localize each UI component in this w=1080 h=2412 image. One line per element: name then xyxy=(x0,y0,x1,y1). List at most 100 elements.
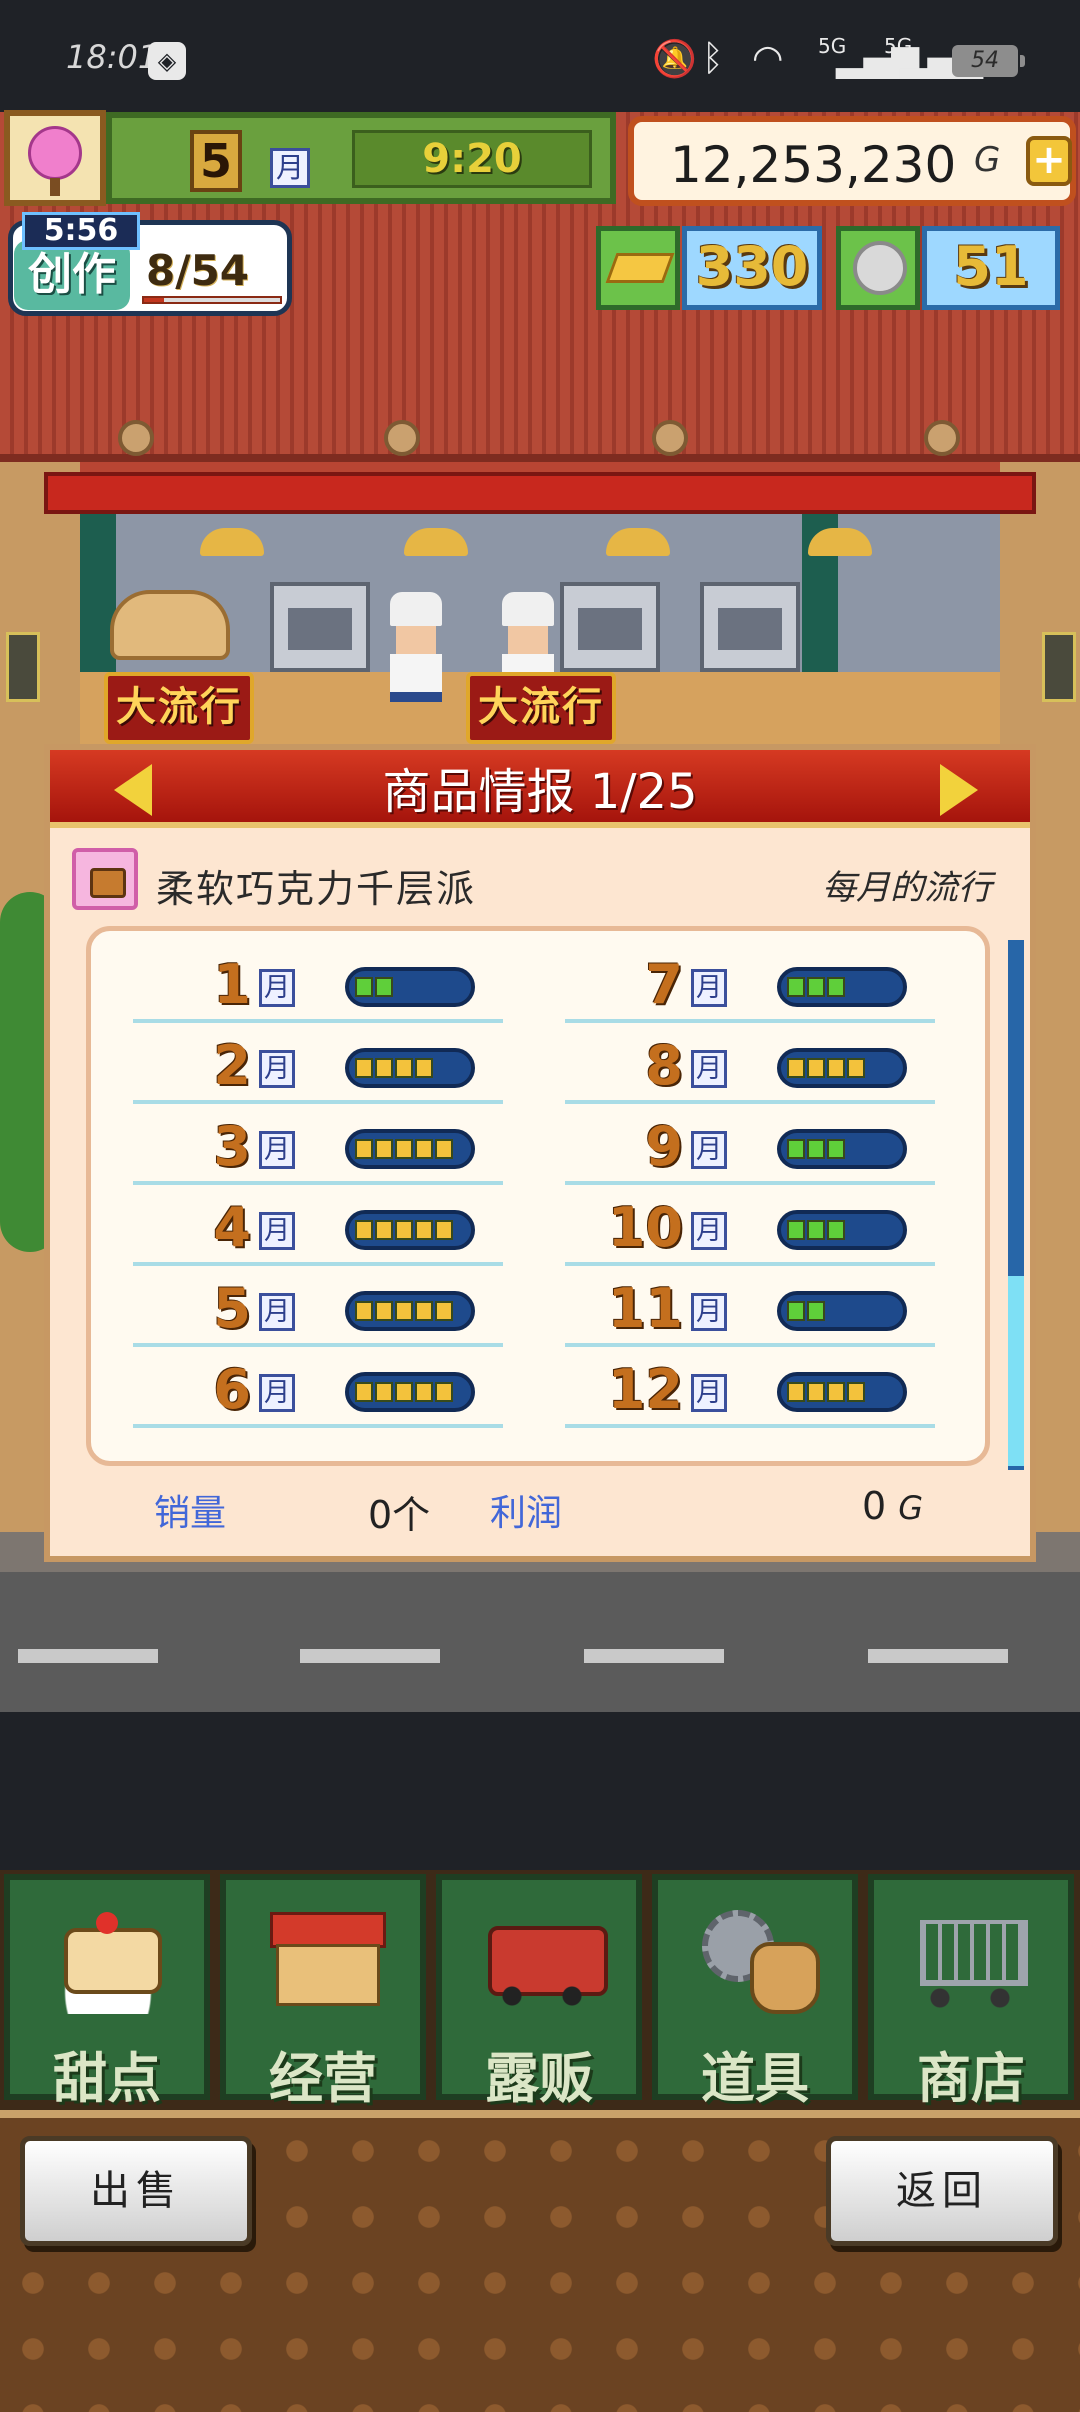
trend-level-segment xyxy=(807,1139,825,1159)
arrow-right-icon[interactable] xyxy=(940,764,978,816)
wifi-icon: ◠ xyxy=(752,38,784,79)
lane-marking xyxy=(300,1649,440,1663)
trend-level-segment xyxy=(355,1301,373,1321)
month-unit: 月 xyxy=(259,1374,295,1412)
roof-bolt xyxy=(384,420,420,456)
month-row: 12 月 xyxy=(565,1348,935,1428)
trend-level-segment xyxy=(395,1301,413,1321)
chef-character[interactable] xyxy=(390,592,442,702)
trend-level-segment xyxy=(375,1139,393,1159)
current-month: 5 xyxy=(190,130,242,192)
month-unit: 月 xyxy=(259,1212,295,1250)
trend-meter xyxy=(345,1048,475,1088)
pie-icon xyxy=(72,848,138,910)
battery-icon: 54 xyxy=(952,45,1025,77)
roof-bolt xyxy=(118,420,154,456)
trend-meter xyxy=(777,1291,907,1331)
trend-level-segment xyxy=(807,1301,825,1321)
roof-bolt xyxy=(924,420,960,456)
cart-icon xyxy=(910,1902,1034,2014)
monthly-trend-list[interactable]: 1 月 2 月 3 月 4 月 5 月 6 月 7 月 8 月 9 月 10 月 11 月 12 月 xyxy=(86,926,990,1466)
profit-amount: 0 xyxy=(862,1484,887,1528)
month-unit: 月 xyxy=(259,1131,295,1169)
trend-level-segment xyxy=(435,1220,453,1240)
lane-marking xyxy=(18,1649,158,1663)
trend-level-segment xyxy=(375,1382,393,1402)
nav-store[interactable]: 商店 xyxy=(868,1874,1074,2110)
create-label[interactable]: 创作 xyxy=(14,240,130,310)
avatar[interactable] xyxy=(4,110,106,206)
nav-label: 露贩 xyxy=(485,2047,593,2110)
month-number: 8 xyxy=(645,1034,683,1097)
nav-items[interactable]: 道具 xyxy=(652,1874,858,2110)
trend-level-segment xyxy=(787,1382,805,1402)
oven-icon xyxy=(560,582,660,672)
trend-level-segment xyxy=(355,1058,373,1078)
trend-level-segment xyxy=(827,1058,845,1078)
trend-level-segment xyxy=(355,1139,373,1159)
trend-level-segment xyxy=(415,1382,433,1402)
month-row: 2月 xyxy=(133,1024,503,1104)
month-unit: 月 xyxy=(691,1293,727,1331)
profit-unit: G xyxy=(898,1489,924,1527)
sell-button[interactable]: 出售 xyxy=(20,2136,252,2246)
bluetooth-icon: ᛒ xyxy=(702,38,724,79)
month-row: 3月 xyxy=(133,1105,503,1185)
money-unit: G xyxy=(974,140,1001,180)
arrow-left-icon[interactable] xyxy=(114,764,152,816)
cherry-tree-icon xyxy=(28,126,82,180)
trend-level-segment xyxy=(395,1058,413,1078)
nav-food-truck[interactable]: 露贩 xyxy=(436,1874,642,2110)
plus-icon[interactable]: + xyxy=(1026,136,1072,186)
trend-meter xyxy=(777,1048,907,1088)
food-truck-icon xyxy=(478,1902,608,2014)
trend-level-segment xyxy=(787,977,805,997)
trend-level-segment xyxy=(355,1382,373,1402)
cake-icon xyxy=(46,1902,170,2014)
product-info-panel: 商品情报 1/25 柔软巧克力千层派 每月的流行 1月2月3月4月5月6月7月8… xyxy=(44,744,1036,1562)
month-number: 9 xyxy=(645,1115,683,1178)
gold-bar-icon[interactable] xyxy=(596,226,680,310)
trend-sign: 大流行 xyxy=(104,672,254,744)
month-unit: 月 xyxy=(691,1212,727,1250)
trend-level-segment xyxy=(847,1058,865,1078)
app-notification-icon: ◈ xyxy=(148,42,186,80)
trend-level-segment xyxy=(847,1382,865,1402)
back-button[interactable]: 返回 xyxy=(826,2136,1058,2246)
monthly-trend-label: 每月的流行 xyxy=(822,868,992,908)
nav-desserts[interactable]: 甜点 xyxy=(4,1874,210,2110)
trend-level-segment xyxy=(787,1220,805,1240)
trend-level-segment xyxy=(827,977,845,997)
trend-level-segment xyxy=(787,1058,805,1078)
nav-label: 甜点 xyxy=(53,2047,161,2110)
medal-icon[interactable] xyxy=(836,226,920,310)
trend-level-segment xyxy=(355,1220,373,1240)
status-time: 18:01 xyxy=(66,38,159,76)
month-number: 12 xyxy=(607,1358,683,1421)
trend-level-segment xyxy=(787,1139,805,1159)
month-row: 6月 xyxy=(133,1348,503,1428)
trend-level-segment xyxy=(355,977,373,997)
month-number: 10 xyxy=(607,1196,683,1259)
trend-meter xyxy=(777,1129,907,1169)
month-row: 7月 xyxy=(565,943,935,1023)
oven-icon xyxy=(700,582,800,672)
lantern-icon xyxy=(6,632,40,702)
tools-icon xyxy=(694,1902,820,2014)
month-number: 11 xyxy=(607,1277,683,1340)
trend-meter xyxy=(345,967,475,1007)
nav-management[interactable]: 经营 xyxy=(220,1874,426,2110)
scrollbar-thumb[interactable] xyxy=(1008,1276,1024,1466)
trend-level-segment xyxy=(375,1058,393,1078)
month-unit: 月 xyxy=(691,1131,727,1169)
month-row: 8月 xyxy=(565,1024,935,1104)
medal-count: 51 xyxy=(922,226,1060,310)
sales-label: 销量 xyxy=(154,1493,227,1534)
month-unit: 月 xyxy=(259,1293,295,1331)
trend-level-segment xyxy=(435,1139,453,1159)
trend-meter xyxy=(777,1210,907,1250)
month-row: 9月 xyxy=(565,1105,935,1185)
panel-title: 商品情报 1/25 xyxy=(382,764,698,820)
month-number: 1 xyxy=(213,953,251,1016)
month-unit: 月 xyxy=(691,1050,727,1088)
